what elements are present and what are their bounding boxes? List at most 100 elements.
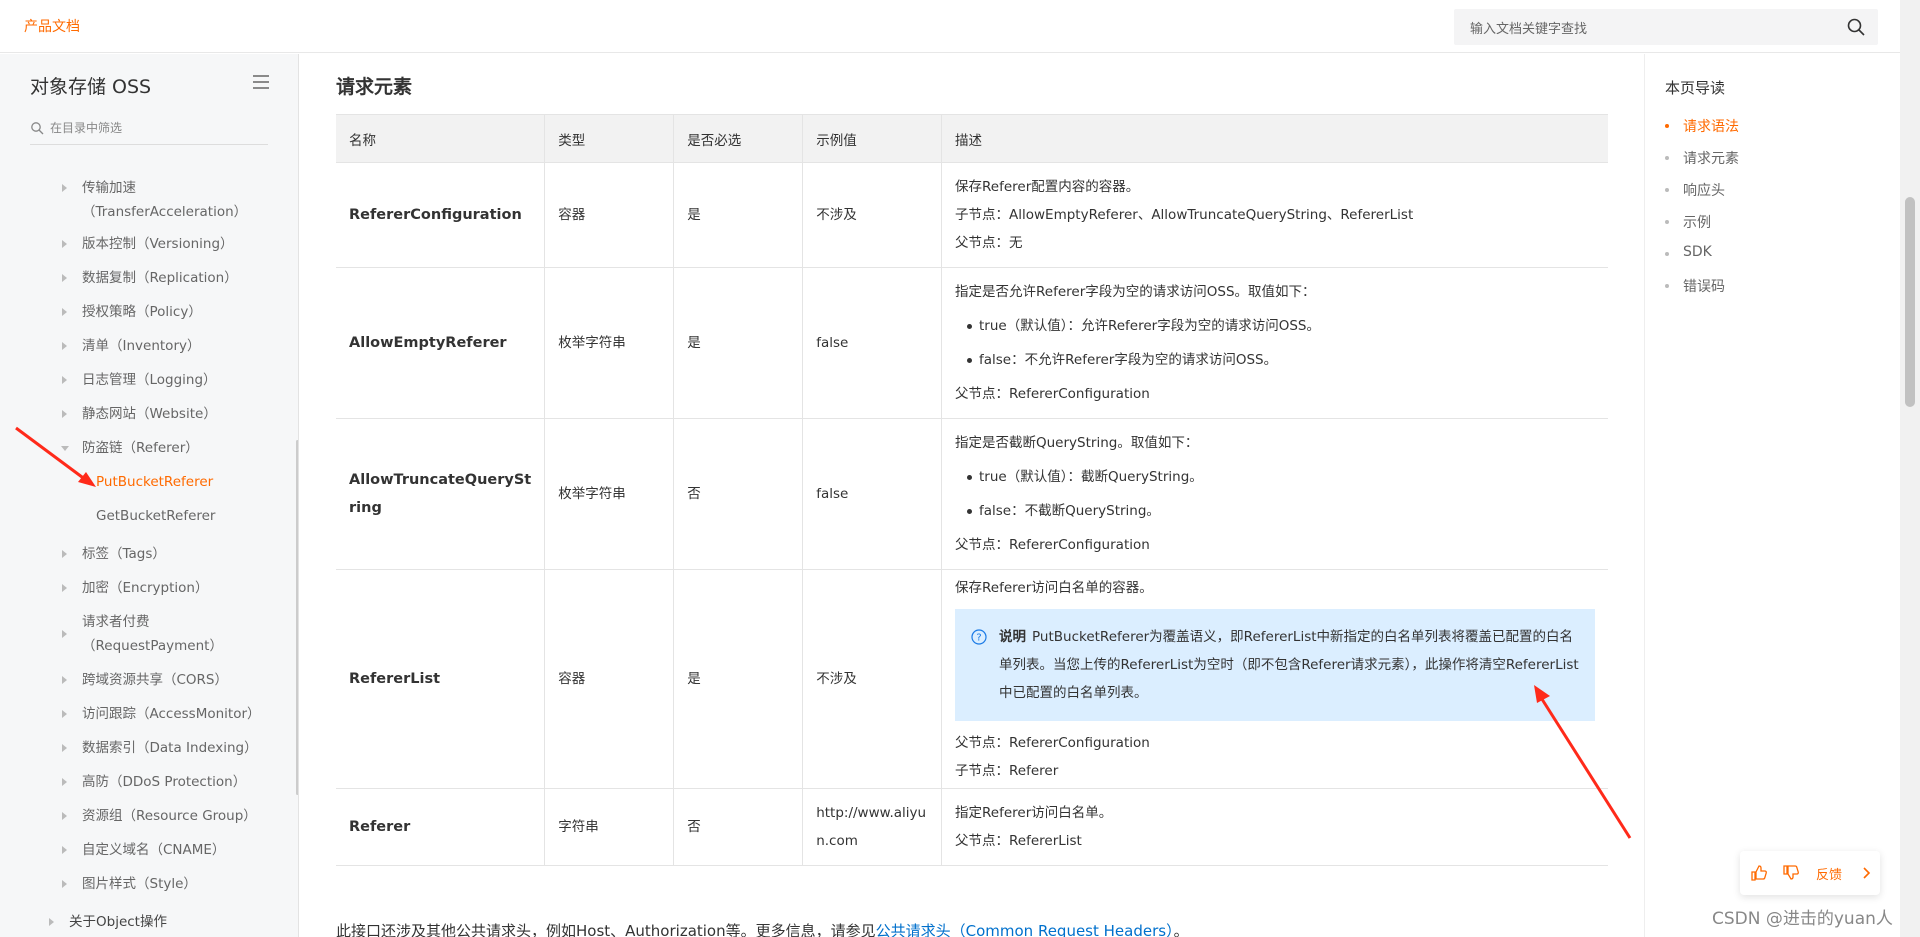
sidebar-item-referer[interactable]: 防盗链（Referer） (61, 436, 272, 460)
cell-example: http://www.aliyu n.com (802, 788, 942, 866)
sidebar-item-object-operations[interactable]: 关于Object操作 (49, 910, 259, 934)
table-row: AllowTruncateQuerySt ring 枚举字符串 否 false 指… (336, 418, 1608, 570)
table-row: Referer 字符串 否 http://www.aliyu n.com 指定Re… (336, 788, 1608, 866)
column-header: 描述 (941, 114, 1608, 163)
cell-name: AllowTruncateQuerySt ring (336, 418, 546, 570)
cell-type: 容器 (544, 569, 675, 789)
chevron-right-icon (62, 342, 67, 350)
cell-description: 保存Referer访问白名单的容器。 ? 说明 PutBucketReferer为… (941, 569, 1608, 789)
sidebar-item-logging[interactable]: 日志管理（Logging） (62, 368, 272, 392)
column-header: 示例值 (802, 114, 942, 163)
sidebar-filter-placeholder: 在目录中筛选 (50, 121, 123, 135)
chevron-right-icon (62, 812, 67, 820)
sidebar-item-put-bucket-referer[interactable]: PutBucketReferer (96, 470, 213, 494)
toc-item-examples[interactable]: 示例 (1665, 212, 1711, 232)
cell-type: 枚举字符串 (544, 267, 675, 419)
toc-item-request-elements[interactable]: 请求元素 (1665, 148, 1739, 168)
sidebar-item-website[interactable]: 静态网站（Website） (62, 402, 272, 426)
description-text: 父节点：RefererConfiguration (955, 386, 1150, 402)
column-header: 类型 (544, 114, 675, 163)
note-box: ? 说明 PutBucketReferer为覆盖语义，即RefererList中新… (955, 608, 1595, 721)
value-list: true（默认值）：允许Referer字段为空的请求访问OSS。 false：不… (955, 309, 1595, 377)
search-icon[interactable] (1846, 17, 1866, 37)
sidebar-item-cname[interactable]: 自定义域名（CNAME） (62, 838, 272, 862)
feedback-widget: 反馈 (1740, 851, 1880, 895)
description-text: 父节点：无 (955, 235, 1023, 251)
sidebar-item-transfer-acceleration[interactable]: 传输加速 （TransferAcceleration） (62, 176, 272, 224)
menu-icon[interactable] (252, 74, 270, 90)
table-row: AllowEmptyReferer 枚举字符串 是 false 指定是否允许Re… (336, 267, 1608, 419)
sidebar-item-get-bucket-referer[interactable]: GetBucketReferer (96, 504, 215, 528)
cell-example: false (802, 267, 942, 419)
description-text: 指定Referer访问白名单。 (955, 805, 1113, 821)
cell-description: 指定是否允许Referer字段为空的请求访问OSS。取值如下： true（默认值… (941, 267, 1608, 419)
description-text: 父节点：RefererConfiguration (955, 734, 1150, 751)
note-label: 说明 (999, 628, 1026, 645)
cell-type: 枚举字符串 (544, 418, 675, 570)
toc-item-error-codes[interactable]: 错误码 (1665, 276, 1725, 296)
toc-item-sdk[interactable]: SDK (1665, 244, 1712, 260)
column-header: 名称 (336, 114, 546, 163)
chevron-right-icon (62, 550, 67, 558)
sidebar-item-policy[interactable]: 授权策略（Policy） (62, 300, 272, 324)
cell-description: 指定Referer访问白名单。 父节点：RefererList (941, 788, 1608, 866)
description-text: 指定是否允许Referer字段为空的请求访问OSS。取值如下： (955, 284, 1316, 300)
scrollbar-thumb[interactable] (1905, 197, 1915, 407)
page-toc: 本页导读 请求语法 请求元素 响应头 示例 SDK 错误码 (1644, 54, 1900, 937)
chevron-right-icon (62, 308, 67, 316)
chevron-right-icon (62, 376, 67, 384)
sidebar-item-replication[interactable]: 数据复制（Replication） (62, 266, 272, 290)
thumbs-up-icon[interactable] (1750, 864, 1768, 882)
cell-name: AllowEmptyReferer (336, 267, 546, 419)
top-bar: 产品文档 输入文档关键字查找 (0, 0, 1900, 53)
cell-example: false (802, 418, 942, 570)
table-row: RefererConfiguration 容器 是 不涉及 保存Referer配… (336, 162, 1608, 268)
search-input[interactable]: 输入文档关键字查找 (1454, 9, 1878, 45)
watermark: CSDN @进击的yuan人 (1712, 909, 1893, 929)
sidebar-item-resource-group[interactable]: 资源组（Resource Group） (62, 804, 272, 828)
sidebar-item-style[interactable]: 图片样式（Style） (62, 872, 272, 896)
sidebar-item-cors[interactable]: 跨域资源共享（CORS） (62, 668, 272, 692)
main-content: 请求元素 名称 类型 是否必选 示例值 描述 RefererConfigurat… (300, 54, 1643, 937)
sidebar-scrollbar[interactable] (296, 440, 298, 795)
toc-item-request-syntax[interactable]: 请求语法 (1665, 116, 1739, 136)
search-icon (31, 122, 44, 135)
brand-link[interactable]: 产品文档 (24, 16, 80, 36)
chevron-right-icon[interactable] (1858, 864, 1874, 882)
cell-required: 否 (673, 418, 804, 570)
sidebar-item-request-payment[interactable]: 请求者付费 （RequestPayment） (62, 610, 272, 658)
list-item: true（默认值）：截断QueryString。 (955, 460, 1595, 494)
thumbs-down-icon[interactable] (1782, 864, 1800, 882)
toc-item-response-headers[interactable]: 响应头 (1665, 180, 1725, 200)
page-scrollbar[interactable] (1900, 0, 1920, 937)
cell-type: 容器 (544, 162, 675, 268)
sidebar-item-tags[interactable]: 标签（Tags） (62, 542, 272, 566)
table-row: RefererList 容器 是 不涉及 保存Referer访问白名单的容器。 … (336, 569, 1608, 789)
column-header: 是否必选 (673, 114, 804, 163)
help-circle-icon: ? (971, 628, 987, 645)
chevron-right-icon (62, 410, 67, 418)
chevron-right-icon (62, 744, 67, 752)
footer-text: 此接口还涉及其他公共请求头，例如Host、Authorization等。更多信息… (336, 922, 876, 937)
cell-name: RefererConfiguration (336, 162, 546, 268)
cell-required: 是 (673, 267, 804, 419)
sidebar-item-inventory[interactable]: 清单（Inventory） (62, 334, 272, 358)
sidebar-item-ddos-protection[interactable]: 高防（DDoS Protection） (62, 770, 272, 794)
description-text: 子节点：Referer (955, 762, 1059, 779)
cell-description: 保存Referer配置内容的容器。 子节点：AllowEmptyReferer、… (941, 162, 1608, 268)
cell-example: 不涉及 (802, 162, 942, 268)
section-title: 请求元素 (336, 76, 413, 98)
cell-required: 否 (673, 788, 804, 866)
request-elements-table: 名称 类型 是否必选 示例值 描述 RefererConfiguration 容… (336, 114, 1608, 866)
cell-description: 指定是否截断QueryString。取值如下： true（默认值）：截断Quer… (941, 418, 1608, 570)
chevron-right-icon (62, 240, 67, 248)
sidebar-item-access-monitor[interactable]: 访问跟踪（AccessMonitor） (62, 702, 272, 726)
feedback-button[interactable]: 反馈 (1816, 864, 1842, 883)
sidebar-filter-input[interactable]: 在目录中筛选 (30, 117, 268, 145)
sidebar-item-versioning[interactable]: 版本控制（Versioning） (62, 232, 272, 256)
cell-example: 不涉及 (802, 569, 942, 789)
common-headers-link[interactable]: 公共请求头（Common Request Headers） (876, 922, 1174, 937)
sidebar-item-data-indexing[interactable]: 数据索引（Data Indexing） (62, 736, 272, 760)
description-text: 保存Referer配置内容的容器。 (955, 179, 1140, 195)
sidebar-item-encryption[interactable]: 加密（Encryption） (62, 576, 272, 600)
